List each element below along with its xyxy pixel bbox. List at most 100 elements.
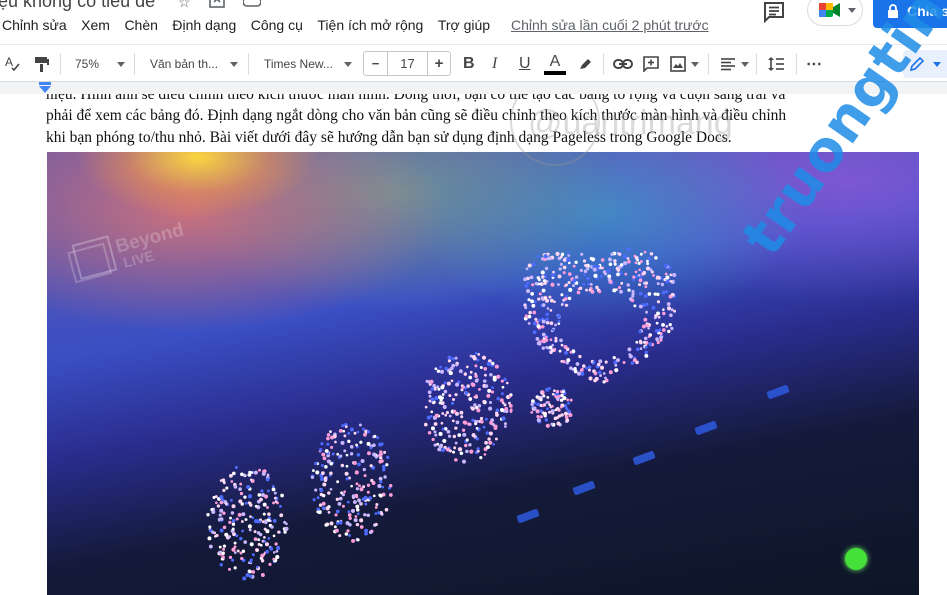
drone-light (460, 388, 464, 392)
drone-light (443, 381, 447, 385)
drone-light (315, 470, 320, 475)
drone-light (450, 379, 454, 383)
drone-light (599, 365, 605, 370)
decrease-font-size-button[interactable]: − (364, 52, 388, 75)
menu-format[interactable]: Định dạng (172, 17, 236, 33)
menu-tools[interactable]: Công cụ (251, 17, 303, 33)
drone-light (550, 272, 555, 278)
drone-light (643, 250, 647, 254)
drone-light (592, 360, 596, 364)
drone-light (582, 364, 586, 368)
drone-light (670, 292, 675, 297)
add-comment-button[interactable] (643, 45, 659, 83)
left-indent-marker[interactable] (38, 82, 52, 94)
pencil-icon (909, 56, 925, 72)
drone-light (644, 281, 649, 285)
drone-light (265, 477, 270, 482)
underline-button[interactable]: U (519, 45, 531, 83)
drone-light (530, 291, 534, 296)
insert-image-button[interactable] (670, 45, 699, 83)
menu-extensions[interactable]: Tiện ích mở rộng (317, 17, 423, 33)
drone-light (585, 264, 589, 268)
drone-light (608, 262, 613, 267)
drone-light (314, 461, 318, 466)
drone-light (234, 466, 238, 470)
menu-edit[interactable]: Chỉnh sửa (2, 17, 67, 33)
drone-light (636, 258, 639, 262)
drone-light (373, 434, 377, 438)
drone-light (536, 418, 541, 423)
drone-light (551, 392, 555, 396)
drone-light (587, 282, 590, 286)
drone-light (479, 366, 483, 370)
drone-light (424, 405, 428, 409)
zoom-select[interactable]: 75% (75, 45, 127, 83)
more-options-button[interactable]: ⋯ (806, 45, 822, 83)
align-button[interactable] (720, 45, 749, 83)
drone-light (551, 328, 555, 332)
editing-mode-button[interactable] (903, 50, 947, 78)
drone-light (647, 292, 652, 296)
menu-view[interactable]: Xem (81, 17, 110, 33)
drone-light (638, 283, 642, 287)
drone-light (335, 509, 340, 514)
drone-light (439, 365, 442, 369)
drone-light (549, 338, 553, 342)
meet-button[interactable] (807, 0, 863, 26)
drone-light (386, 455, 390, 460)
drone-light (253, 537, 258, 541)
drone-light (657, 315, 661, 319)
font-family-select[interactable]: Times New... (264, 45, 354, 83)
cloud-status-icon[interactable] (241, 0, 262, 11)
drone-light (454, 441, 458, 445)
drone-light (487, 437, 491, 441)
drone-light (548, 295, 552, 299)
drone-light (268, 562, 272, 566)
highlight-color-button[interactable] (577, 45, 593, 83)
drone-light (257, 493, 262, 497)
drone-light (219, 494, 224, 500)
drone-light (465, 449, 469, 454)
drone-light (338, 520, 343, 525)
document-title[interactable]: ệu không có tiêu đề (0, 0, 155, 12)
drone-light (607, 277, 612, 282)
embedded-image[interactable]: Beyond LIVE (47, 152, 919, 595)
drone-light (544, 335, 548, 339)
drone-light (585, 288, 588, 292)
drone-light (569, 350, 573, 354)
drone-light (447, 359, 452, 363)
font-size-input[interactable]: 17 (388, 52, 428, 75)
text-color-button[interactable]: A (544, 45, 566, 83)
insert-link-button[interactable] (613, 45, 633, 83)
menu-insert[interactable]: Chèn (124, 17, 157, 33)
drone-light (532, 321, 537, 326)
drone-light (561, 390, 565, 394)
last-edit-link[interactable]: Chỉnh sửa lần cuối 2 phút trước (511, 17, 709, 33)
drone-light (613, 259, 617, 263)
paragraph-style-select[interactable]: Văn bản th... (150, 45, 240, 83)
bold-button[interactable]: B (463, 45, 475, 83)
drone-light (660, 282, 665, 287)
line-spacing-button[interactable] (767, 45, 785, 83)
drone-light (262, 512, 266, 516)
drone-light (471, 355, 476, 359)
drone-light (372, 494, 376, 498)
drone-light (475, 427, 479, 430)
drone-light (484, 384, 489, 388)
increase-font-size-button[interactable]: + (428, 52, 450, 75)
drone-light (427, 430, 432, 435)
move-to-folder-icon[interactable] (208, 0, 225, 11)
comment-history-button[interactable] (762, 1, 786, 24)
spellcheck-button[interactable]: A (4, 45, 22, 83)
star-icon[interactable]: ☆ (178, 0, 191, 11)
italic-button[interactable]: I (492, 45, 497, 83)
menu-help[interactable]: Trợ giúp (438, 17, 490, 33)
drone-light (236, 549, 240, 553)
drone-light (602, 380, 606, 384)
drone-light (669, 313, 673, 318)
drone-light (428, 394, 432, 398)
paint-format-button[interactable] (34, 45, 50, 83)
drone-light (495, 413, 499, 417)
drone-light (431, 437, 435, 442)
share-button[interactable]: Chia sẻ (873, 0, 947, 28)
